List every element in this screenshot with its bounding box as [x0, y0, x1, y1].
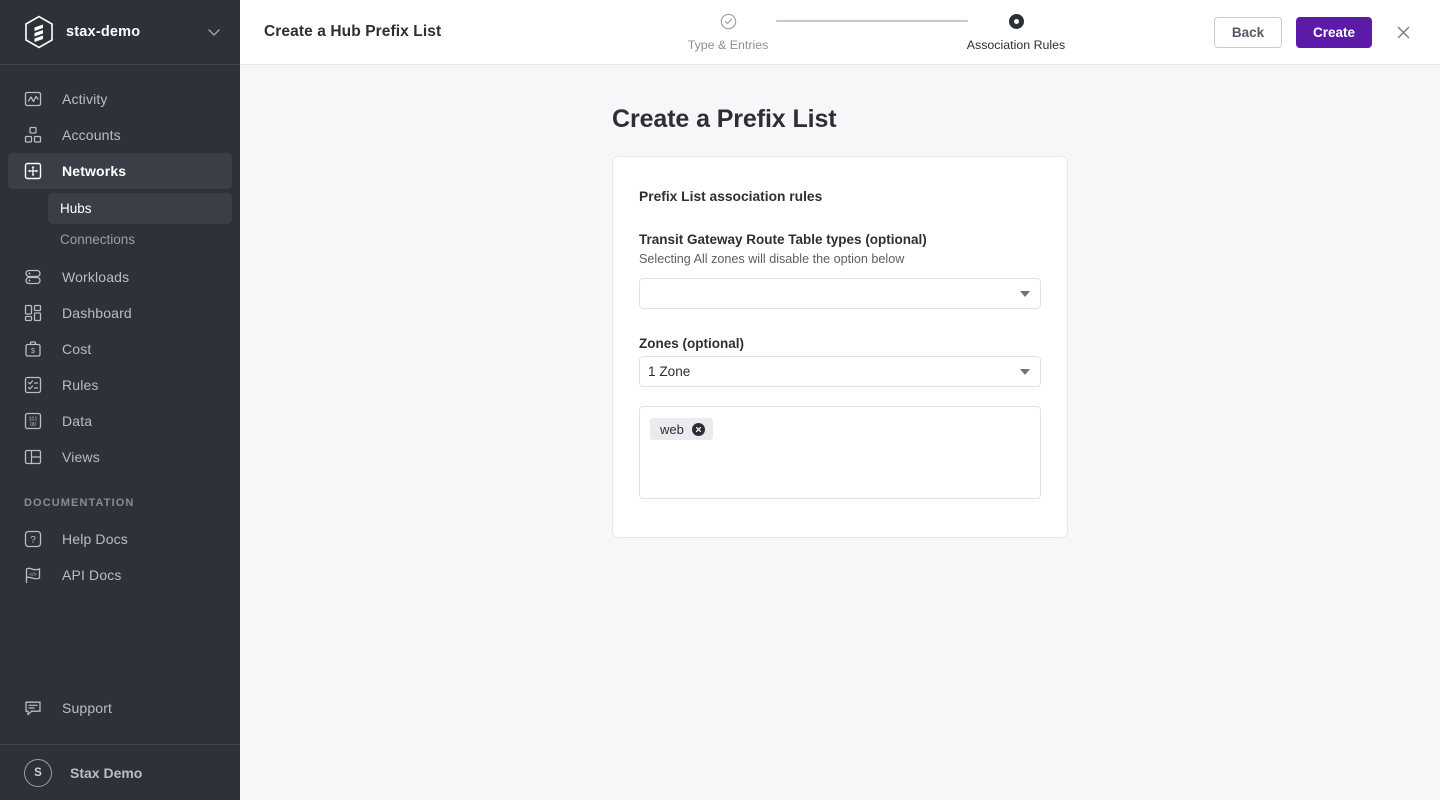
zones-value: 1 Zone	[648, 364, 691, 379]
sidebar-subitem-hubs[interactable]: Hubs	[48, 193, 232, 224]
zone-chip-label: web	[660, 421, 684, 437]
sidebar-nav: Activity Accounts Networks Hubs Connecti…	[0, 65, 240, 690]
content-area: Create a Prefix List Prefix List associa…	[240, 65, 1440, 800]
sidebar-item-dashboard[interactable]: Dashboard	[8, 295, 232, 331]
sidebar-item-rules[interactable]: Rules	[8, 367, 232, 403]
sidebar-item-label: Support	[62, 700, 113, 716]
page-title: Create a Hub Prefix List	[264, 23, 442, 40]
stax-hexagon-logo-icon	[24, 15, 54, 49]
views-panel-icon	[22, 446, 44, 468]
sidebar-item-label: Rules	[62, 377, 99, 393]
check-circle-icon	[720, 12, 737, 30]
sidebar-subitem-label: Hubs	[60, 201, 92, 216]
tgw-route-table-types-select[interactable]	[639, 278, 1041, 309]
sidebar-item-label: Workloads	[62, 269, 130, 285]
step-type-and-entries[interactable]: Type & Entries	[680, 12, 776, 52]
workloads-stack-icon	[22, 266, 44, 288]
topbar-actions: Back Create	[1213, 16, 1416, 48]
code-flag-icon: </>	[22, 564, 44, 586]
sidebar-item-label: Help Docs	[62, 531, 128, 547]
chat-bubble-icon	[22, 697, 44, 719]
chevron-down-icon[interactable]	[204, 22, 224, 42]
app-root: stax-demo Activity Accounts Networks Hub…	[0, 0, 1440, 800]
sidebar-item-data[interactable]: 101 00 Data	[8, 403, 232, 439]
networks-move-icon	[22, 160, 44, 182]
create-button[interactable]: Create	[1295, 16, 1372, 48]
question-mark-icon: ?	[22, 528, 44, 550]
documentation-section-label: DOCUMENTATION	[24, 497, 135, 509]
sidebar-item-support[interactable]: Support	[8, 690, 232, 726]
sidebar-item-label: Accounts	[62, 127, 121, 143]
sidebar-subitem-connections[interactable]: Connections	[48, 224, 232, 255]
sidebar-item-label: Data	[62, 413, 93, 429]
zones-label: Zones (optional)	[639, 336, 744, 351]
sidebar-item-label: Networks	[62, 163, 127, 179]
sidebar-item-label: Activity	[62, 91, 108, 107]
sidebar-item-views[interactable]: Views	[8, 439, 232, 475]
sidebar-item-label: API Docs	[62, 567, 122, 583]
org-switcher[interactable]: stax-demo	[0, 0, 240, 65]
chip-remove-icon[interactable]	[691, 422, 705, 436]
tgw-route-table-types-help: Selecting All zones will disable the opt…	[639, 252, 905, 266]
form-wrapper: Create a Prefix List Prefix List associa…	[612, 105, 1068, 538]
step-label: Type & Entries	[687, 38, 769, 52]
sidebar-subitem-label: Connections	[60, 232, 136, 247]
sidebar-item-help-docs[interactable]: ? Help Docs	[8, 521, 232, 557]
user-account-row[interactable]: S Stax Demo	[0, 744, 240, 800]
selected-zones-box[interactable]: web	[639, 406, 1041, 499]
caret-down-icon	[1020, 290, 1030, 297]
avatar: S	[24, 758, 52, 787]
sidebar-item-label: Views	[62, 449, 100, 465]
tgw-route-table-types-label: Transit Gateway Route Table types (optio…	[639, 232, 927, 247]
step-association-rules[interactable]: Association Rules	[966, 12, 1066, 52]
zone-chip: web	[650, 418, 713, 440]
svg-text:</>: </>	[29, 572, 36, 578]
svg-text:$: $	[31, 348, 35, 355]
back-button[interactable]: Back	[1213, 16, 1282, 48]
data-binary-icon: 101 00	[22, 410, 44, 432]
stepper-connector-line	[776, 20, 968, 22]
close-icon[interactable]	[1390, 19, 1416, 45]
activity-chart-icon	[22, 88, 44, 110]
main-region: Create a Hub Prefix List Type & Entries	[240, 0, 1440, 800]
user-name: Stax Demo	[70, 764, 143, 781]
dashboard-layout-icon	[22, 302, 44, 324]
sidebar: stax-demo Activity Accounts Networks Hub…	[0, 0, 240, 800]
svg-text:00: 00	[30, 422, 36, 428]
sidebar-item-api-docs[interactable]: </> API Docs	[8, 557, 232, 593]
cost-briefcase-icon: $	[22, 338, 44, 360]
association-rules-card: Prefix List association rules Transit Ga…	[612, 156, 1068, 538]
org-name: stax-demo	[66, 24, 141, 40]
filled-dot-icon	[1008, 12, 1024, 30]
accounts-grid-icon	[22, 124, 44, 146]
wizard-stepper: Type & Entries Association Rules	[680, 12, 1066, 52]
card-heading: Prefix List association rules	[639, 189, 823, 204]
step-label: Association Rules	[966, 38, 1066, 52]
svg-text:?: ?	[30, 535, 36, 546]
topbar: Create a Hub Prefix List Type & Entries	[240, 0, 1440, 65]
sidebar-item-workloads[interactable]: Workloads	[8, 259, 232, 295]
caret-down-icon	[1020, 368, 1030, 375]
sidebar-item-cost[interactable]: $ Cost	[8, 331, 232, 367]
zones-select[interactable]: 1 Zone	[639, 356, 1041, 387]
sidebar-item-label: Cost	[62, 341, 92, 357]
form-heading: Create a Prefix List	[612, 105, 837, 133]
rules-checklist-icon	[22, 374, 44, 396]
sidebar-item-accounts[interactable]: Accounts	[8, 117, 232, 153]
sidebar-footer: Support S Stax Demo	[0, 690, 240, 800]
sidebar-item-networks[interactable]: Networks	[8, 153, 232, 189]
sidebar-item-activity[interactable]: Activity	[8, 81, 232, 117]
sidebar-item-label: Dashboard	[62, 305, 132, 321]
